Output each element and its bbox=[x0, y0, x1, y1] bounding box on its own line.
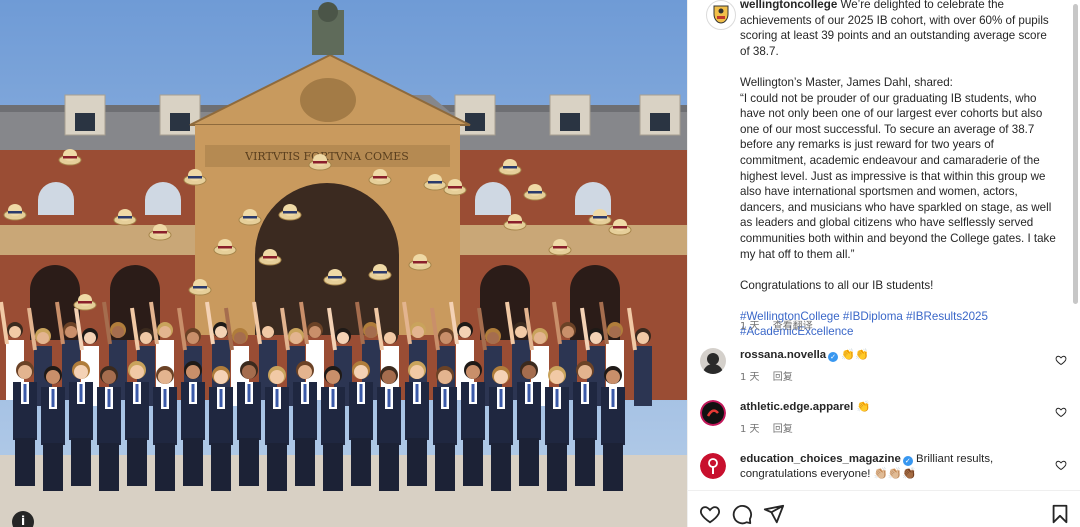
comment-item: education_choices_magazine ✓ Brilliant re… bbox=[700, 453, 1075, 493]
commenter-avatar[interactable] bbox=[700, 348, 726, 374]
comment-username[interactable]: athletic.edge.apparel bbox=[740, 401, 853, 413]
action-bar bbox=[688, 490, 1080, 527]
hashtag-link[interactable]: #IBDiploma bbox=[843, 310, 903, 323]
comment-time: 1 天 bbox=[740, 372, 760, 383]
comment-username[interactable]: education_choices_magazine bbox=[740, 453, 901, 465]
brand-logo-icon bbox=[700, 400, 726, 426]
magazine-logo-icon bbox=[700, 453, 726, 479]
post-time: 1 天 bbox=[740, 321, 760, 332]
commenter-avatar[interactable] bbox=[700, 400, 726, 426]
like-heart-icon[interactable] bbox=[699, 503, 721, 525]
crest-icon bbox=[713, 5, 729, 24]
avatar-photo-icon bbox=[700, 348, 726, 374]
scrollbar[interactable] bbox=[1073, 4, 1078, 304]
caption-text: wellingtoncollege We’re delighted to cel… bbox=[740, 0, 1058, 340]
comment-item: rossana.novella ✓ 👏👏 1 天 回复 bbox=[700, 348, 1075, 388]
reply-button[interactable]: 回复 bbox=[773, 372, 793, 383]
comment-username[interactable]: rossana.novella bbox=[740, 349, 826, 361]
comment-text: 👏 bbox=[856, 400, 871, 413]
info-icon[interactable]: i bbox=[12, 511, 34, 527]
reply-button[interactable]: 回复 bbox=[773, 424, 793, 435]
comment-text: 👏👏 bbox=[841, 348, 869, 361]
post-photo[interactable]: VIRTVTIS FORTVNA COMES i bbox=[0, 0, 687, 527]
see-translation-link[interactable]: 查看翻译 bbox=[773, 321, 813, 332]
bookmark-icon[interactable] bbox=[1049, 503, 1071, 525]
account-avatar[interactable] bbox=[706, 0, 736, 30]
comment-icon[interactable] bbox=[731, 503, 753, 525]
comment-body: rossana.novella ✓ 👏👏 bbox=[740, 347, 1050, 363]
share-icon[interactable] bbox=[763, 503, 785, 525]
hashtag-link[interactable]: #IBResults2025 bbox=[906, 310, 988, 323]
caption-quote: “I could not be prouder of our graduatin… bbox=[740, 91, 1060, 261]
heart-icon[interactable] bbox=[1055, 354, 1067, 366]
comment-time: 1 天 bbox=[740, 424, 760, 435]
verified-badge-icon: ✓ bbox=[902, 456, 913, 466]
verified-badge-icon: ✓ bbox=[828, 352, 839, 362]
graduation-photo-illustration: VIRTVTIS FORTVNA COMES bbox=[0, 0, 687, 527]
heart-icon[interactable] bbox=[1055, 406, 1067, 418]
heart-icon[interactable] bbox=[1055, 459, 1067, 471]
caption-username[interactable]: wellingtoncollege bbox=[740, 0, 837, 11]
comment-body: athletic.edge.apparel 👏 bbox=[740, 399, 1050, 415]
comment-item: athletic.edge.apparel 👏 1 天 回复 bbox=[700, 400, 1075, 440]
comment-body: education_choices_magazine ✓ Brilliant re… bbox=[740, 452, 1050, 482]
comment-meta: 1 天 回复 bbox=[740, 420, 803, 435]
caption-paragraph-2: Wellington’s Master, James Dahl, shared: bbox=[740, 75, 953, 89]
commenter-avatar[interactable] bbox=[700, 453, 726, 479]
post-detail-panel: wellingtoncollege We’re delighted to cel… bbox=[687, 0, 1080, 527]
comment-meta: 1 天 回复 bbox=[740, 368, 803, 383]
caption-paragraph-4: Congratulations to all our IB students! bbox=[740, 278, 934, 292]
caption-meta: 1 天 查看翻译 bbox=[740, 317, 823, 332]
